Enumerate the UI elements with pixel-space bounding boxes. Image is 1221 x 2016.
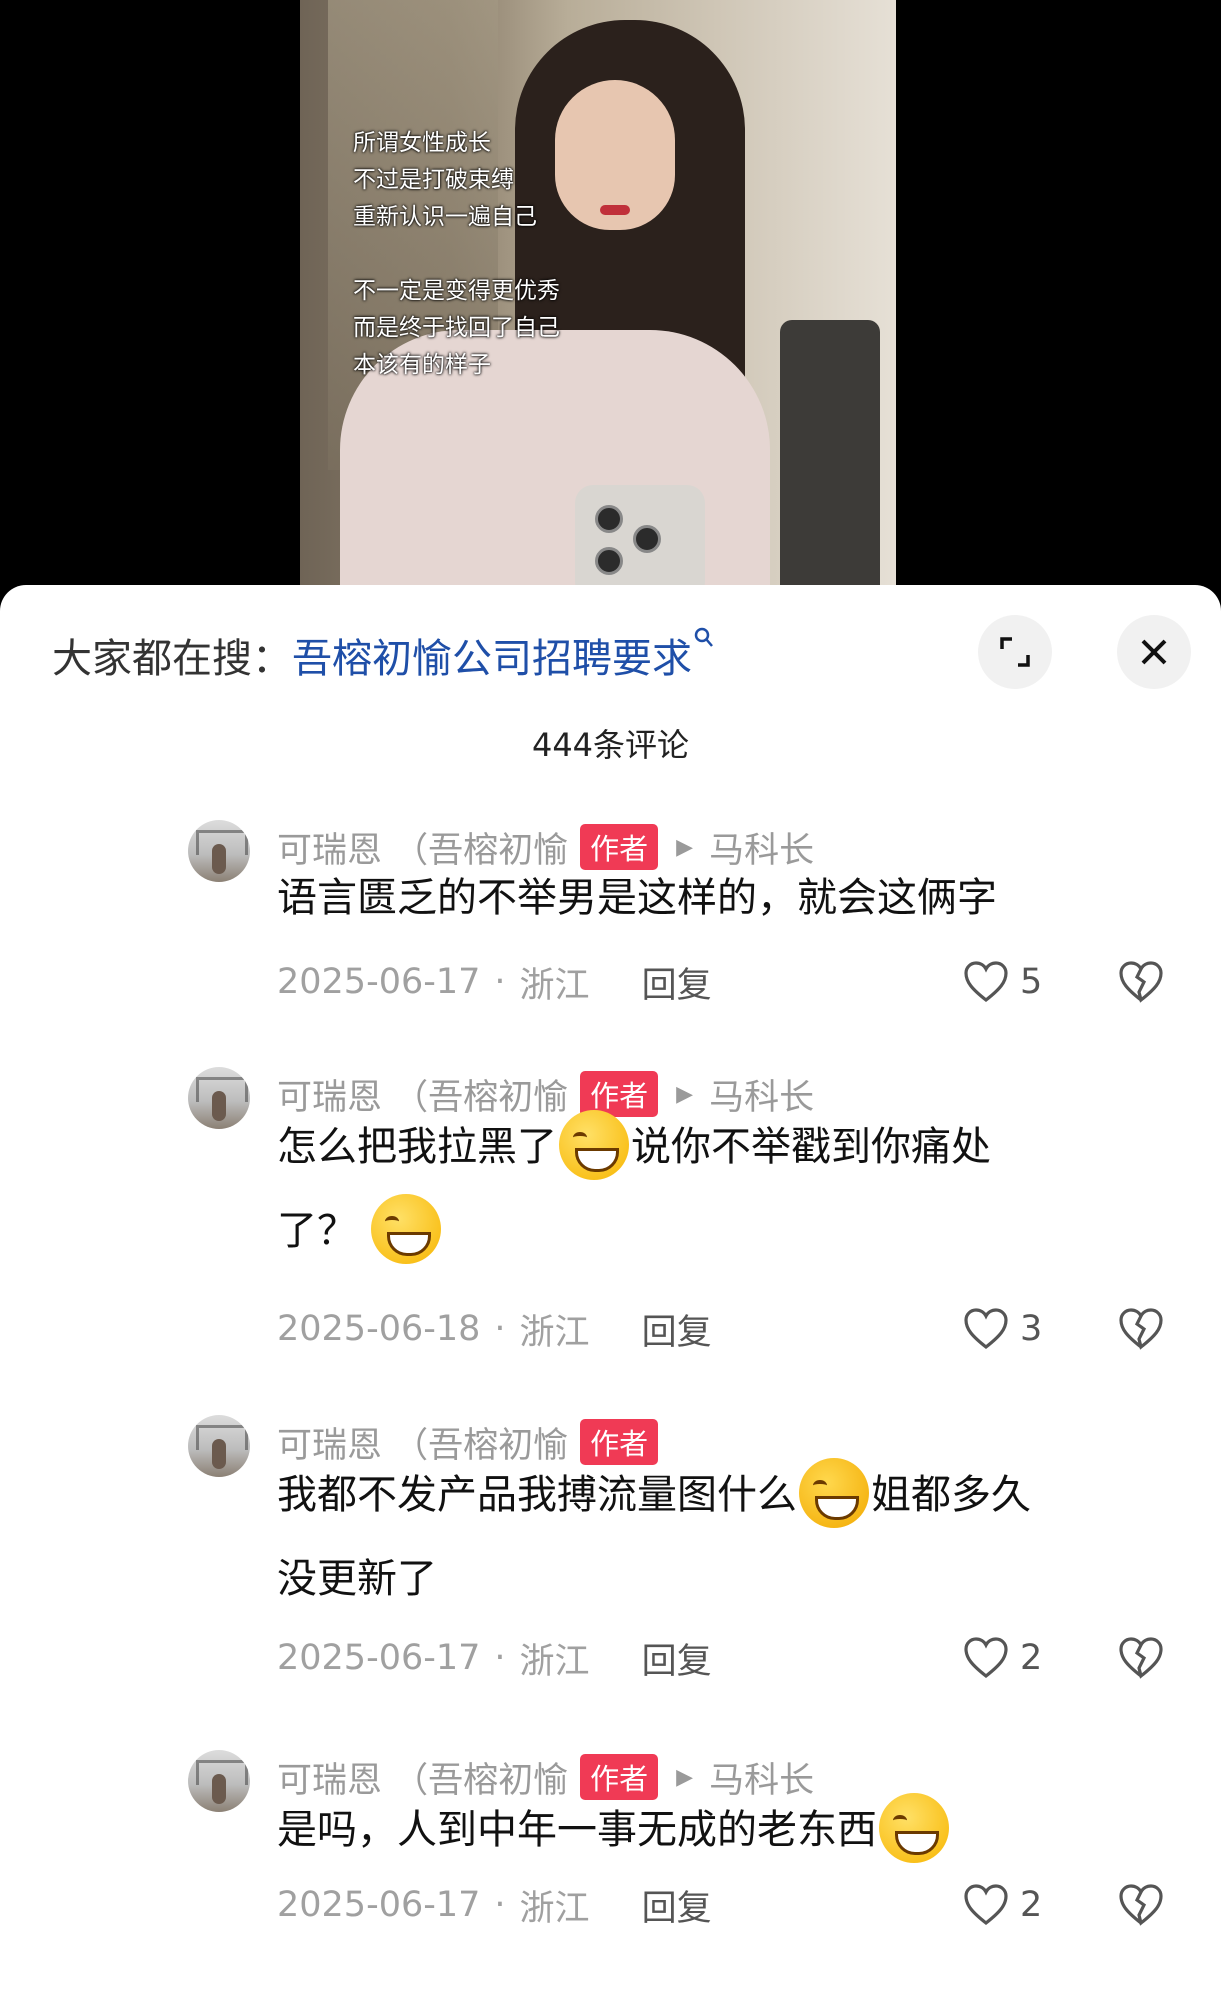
close-icon [1141,639,1167,665]
comment-footer: 2025-06-17 · 浙江 回复 [277,1880,712,1930]
avatar[interactable] [188,820,250,882]
reply-button[interactable]: 回复 [642,957,712,1008]
comment-region: 浙江 [519,1641,590,1682]
dislike-button[interactable] [1117,1304,1165,1354]
avatar[interactable] [188,1415,250,1477]
dislike-button[interactable] [1117,1633,1165,1683]
reply-button[interactable]: 回复 [642,1880,712,1931]
comment-footer: 2025-06-17 · 浙江 回复 [277,1633,712,1683]
broken-heart-icon [1119,961,1163,1003]
comment-date: 2025-06-17 [277,962,481,1002]
search-suggestion[interactable]: 大家都在搜： 吾榕初愉公司招聘要求 [52,625,714,685]
broken-heart-icon [1119,1637,1163,1679]
grinning-emoji [879,1793,949,1863]
like-count: 3 [1020,1309,1043,1349]
search-suggestion-link[interactable]: 吾榕初愉公司招聘要求 [292,626,692,684]
like-count: 2 [1020,1885,1043,1925]
comment-footer: 2025-06-18 · 浙江 回复 [277,1304,712,1354]
like-count: 5 [1020,962,1043,1002]
video-player[interactable]: 所谓女性成长 不过是打破束缚 重新认识一遍自己 不一定是变得更优秀 而是终于找回… [0,0,1221,600]
broken-heart-icon [1119,1308,1163,1350]
reply-arrow-icon: ▶ [676,1081,694,1107]
comment-text: 我都不发产品我搏流量图什么 姐都多久 没更新了 [277,1453,1177,1621]
reply-button[interactable]: 回复 [642,1304,712,1355]
reply-button[interactable]: 回复 [642,1633,712,1684]
phone-image [575,485,705,600]
video-caption: 所谓女性成长 不过是打破束缚 重新认识一遍自己 不一定是变得更优秀 而是终于找回… [353,125,560,384]
caption-line: 不过是打破束缚 [353,167,514,193]
caption-line: 重新认识一遍自己 [353,204,537,230]
like-button[interactable]: 2 [962,1633,1042,1683]
comment-region: 浙江 [519,1312,590,1353]
comment-text: 是吗，人到中年一事无成的老东西 [277,1788,1177,1872]
comment-text: 怎么把我拉黑了 说你不举戳到你痛处 了？ [277,1105,1177,1273]
search-suggestion-label: 大家都在搜： [52,636,292,682]
comment-region: 浙江 [519,965,590,1006]
heart-icon [964,1884,1008,1926]
avatar[interactable] [188,1750,250,1812]
comment-date: 2025-06-17 [277,1638,481,1678]
expand-icon [1000,637,1030,667]
heart-icon [964,1308,1008,1350]
like-button[interactable]: 2 [962,1880,1042,1930]
comment-count: 444条评论 [531,726,690,764]
heart-icon [964,961,1008,1003]
comment-text: 语言匮乏的不举男是这样的，就会这俩字 [277,875,997,921]
comment-footer: 2025-06-17 · 浙江 回复 [277,957,712,1007]
close-button[interactable] [1117,615,1191,689]
caption-line: 而是终于找回了自己 [353,315,560,341]
heart-icon [964,1637,1008,1679]
comment-date: 2025-06-17 [277,1885,481,1925]
dislike-button[interactable] [1117,957,1165,1007]
caption-line: 本该有的样子 [353,352,491,378]
grinning-emoji [559,1110,629,1180]
grinning-emoji [371,1194,441,1264]
partying-face-emoji [799,1458,869,1528]
dislike-button[interactable] [1117,1880,1165,1930]
like-button[interactable]: 5 [962,957,1042,1007]
comment-sheet: 大家都在搜： 吾榕初愉公司招聘要求 444条评论 可瑞恩 （吾榕初愉 作者 ▶ … [0,585,1221,2016]
like-count: 2 [1020,1638,1043,1678]
caption-line: 不一定是变得更优秀 [353,278,560,304]
comment-date: 2025-06-18 [277,1309,481,1349]
expand-button[interactable] [978,615,1052,689]
caption-line: 所谓女性成长 [353,130,491,156]
avatar[interactable] [188,1067,250,1129]
broken-heart-icon [1119,1884,1163,1926]
comment-region: 浙江 [519,1888,590,1929]
like-button[interactable]: 3 [962,1304,1042,1354]
reply-arrow-icon: ▶ [676,1764,694,1790]
search-icon [694,627,714,655]
